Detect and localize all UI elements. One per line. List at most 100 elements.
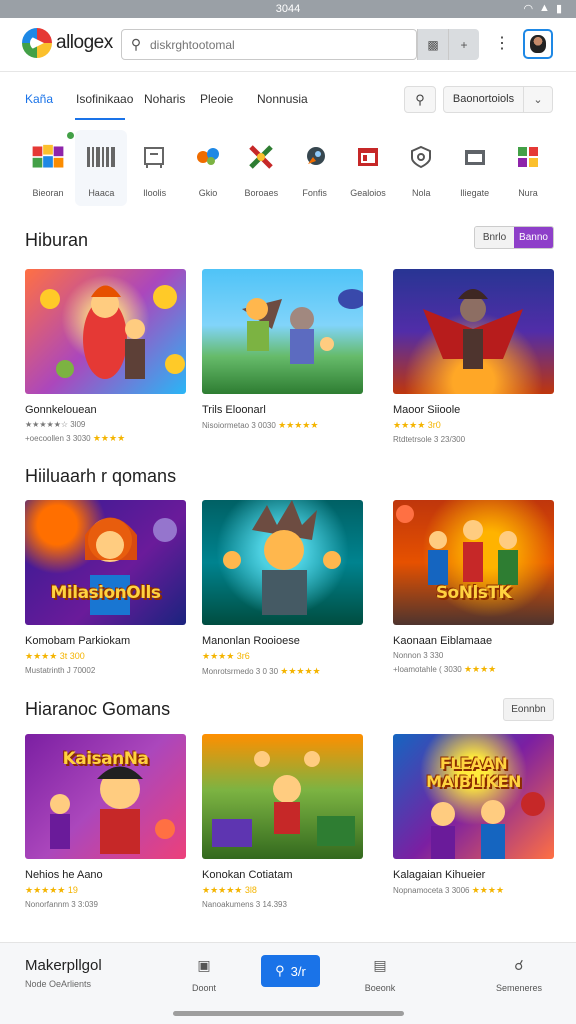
new-badge bbox=[67, 132, 74, 139]
game-meta-text: Nonnon 3 330 bbox=[393, 651, 444, 660]
game-title: Komobam Parkiokam bbox=[25, 635, 131, 647]
avatar[interactable] bbox=[523, 29, 553, 59]
rating-stars: ★★★★ bbox=[471, 885, 505, 895]
status-icons: ◠ ▲ ▮ bbox=[523, 2, 562, 15]
nav-item-label: Boeonk bbox=[364, 983, 396, 993]
game-card[interactable]: Manonlan Rooioese ★★★★ 3r6 Monrotsrmedo … bbox=[202, 500, 363, 677]
game-title: Kaonaan Eiblamaae bbox=[393, 635, 493, 647]
category-item[interactable]: Gealoios bbox=[342, 130, 394, 206]
category-item[interactable]: Bieoran bbox=[22, 130, 74, 206]
game-meta: ★★★★★ 19 bbox=[25, 885, 186, 896]
home-indicator[interactable] bbox=[173, 1011, 404, 1016]
game-card[interactable]: Konokan Cotiatam ★★★★★ 3l8 Nanoakumens 3… bbox=[202, 734, 363, 909]
tab-5[interactable]: Nonnusia bbox=[257, 92, 308, 106]
avatar-image bbox=[530, 35, 546, 53]
category-label: Haaca bbox=[88, 188, 115, 198]
game-meta-2: Nanoakumens 3 14.393 bbox=[202, 900, 363, 909]
nav-item-boeonk[interactable]: ▤ Boeonk bbox=[350, 957, 410, 993]
toggle-option-active[interactable]: Banno bbox=[514, 227, 553, 248]
more-options-icon[interactable]: ⋮ bbox=[494, 36, 510, 52]
barcode-icon bbox=[84, 140, 118, 174]
see-more-button[interactable]: Eonnbn bbox=[503, 698, 554, 721]
category-label: Gealoios bbox=[350, 188, 386, 198]
game-card[interactable]: MilasionOlls Komobam Parkiokam ★★★★ 3t 3… bbox=[25, 500, 186, 675]
tab-4[interactable]: Pleoie bbox=[200, 92, 233, 106]
tab-bar: Kaña Isofinikaao Noharis Pleoie Nonnusia… bbox=[0, 86, 576, 120]
game-card[interactable]: FLEAAN MAIBLIKEN Kalagaian Kihueier Nopn… bbox=[393, 734, 554, 896]
game-thumbnail bbox=[393, 269, 554, 394]
tab-3[interactable]: Noharis bbox=[144, 92, 185, 106]
search-bar[interactable]: ⚲ bbox=[121, 29, 417, 60]
status-bar: 3044 ◠ ▲ ▮ bbox=[0, 0, 576, 18]
category-item[interactable]: Haaca bbox=[75, 130, 128, 206]
game-title: Gonnkelouean bbox=[25, 404, 97, 416]
game-title: Nehios he Aano bbox=[25, 869, 103, 881]
game-meta-text: Monrotsrmedo 3 0 30 bbox=[202, 667, 279, 676]
search-icon: ⚲ bbox=[130, 36, 142, 52]
category-item[interactable]: Boroaes bbox=[235, 130, 287, 206]
wifi-icon: ◠ bbox=[523, 3, 534, 15]
game-card[interactable]: Maoor Siioole ★★★★ 3r0 Rtdtetrsole 3 23/… bbox=[393, 269, 554, 444]
game-meta-text: +oecoollen 3 3030 bbox=[25, 434, 91, 443]
category-item[interactable]: Gkio bbox=[182, 130, 234, 206]
category-label: Gkio bbox=[198, 188, 218, 198]
section-title: Hiburan bbox=[25, 230, 89, 250]
game-card[interactable]: SoNlsTK Kaonaan Eiblamaae Nonnon 3 330 +… bbox=[393, 500, 554, 675]
rating-stars: ★★★★ 3t 300 bbox=[25, 651, 85, 661]
category-item[interactable]: Nura bbox=[502, 130, 554, 206]
bottom-navigation: Makerpllgol Node OeArlients ▣ Doont ⚲ 3/… bbox=[0, 942, 576, 1024]
game-meta-2: +loamotahle ( 3030 ★★★★ bbox=[393, 664, 554, 675]
rating-stars: ★★★★ bbox=[463, 664, 497, 674]
puzzle-icon bbox=[191, 140, 225, 174]
clipboard-button[interactable]: ▩ bbox=[417, 29, 448, 60]
view-toggle: Bnrlo Banno bbox=[474, 226, 554, 249]
game-card[interactable]: Gonnkelouean ★★★★★☆ 3l09 +oecoollen 3 30… bbox=[25, 269, 186, 444]
toggle-option[interactable]: Bnrlo bbox=[475, 227, 514, 248]
category-item[interactable]: Fonfis bbox=[289, 130, 341, 206]
game-meta-2: +oecoollen 3 3030 ★★★★ bbox=[25, 433, 186, 444]
rating-stars: ★★★★★ bbox=[278, 420, 319, 430]
calendar-icon bbox=[351, 140, 385, 174]
game-meta: ★★★★ 3t 300 bbox=[25, 651, 186, 662]
game-meta: ★★★★★☆ 3l09 bbox=[25, 420, 186, 429]
game-meta-2: Rtdtetrsole 3 23/300 bbox=[393, 435, 554, 444]
category-label: Iloolis bbox=[143, 188, 167, 198]
bottom-nav-title: Makerpllgol bbox=[25, 957, 102, 974]
category-label: Nura bbox=[518, 188, 538, 198]
top-bar: allogex ⚲ ▩ + ⋮ bbox=[0, 18, 576, 72]
add-button[interactable]: + bbox=[448, 29, 479, 60]
game-meta-2: Monrotsrmedo 3 0 30 ★★★★★ bbox=[202, 666, 363, 677]
game-card[interactable]: KaisanNa Nehios he Aano ★★★★★ 19 Nonorfa… bbox=[25, 734, 186, 909]
game-logo-text: SoNlsTK bbox=[435, 583, 512, 603]
rating-stars: ★★★★ bbox=[92, 433, 126, 443]
nav-search-button[interactable]: ⚲ 3/r bbox=[261, 955, 320, 987]
tab-1[interactable]: Kaña bbox=[25, 92, 53, 106]
nav-item-semeneres[interactable]: ☌ Semeneres bbox=[489, 957, 549, 993]
search-icon: ⚲ bbox=[415, 91, 425, 107]
game-thumbnail: KaisanNa bbox=[25, 734, 186, 859]
game-thumbnail bbox=[202, 269, 363, 394]
game-card[interactable]: Trils Eloonarl Nisoiormetao 3 0030 ★★★★★ bbox=[202, 269, 363, 431]
tab-2[interactable]: Isofinikaao bbox=[76, 92, 133, 106]
game-title: Konokan Cotiatam bbox=[202, 869, 293, 881]
search-actions: ▩ + bbox=[417, 29, 479, 60]
game-thumbnail bbox=[25, 269, 186, 394]
game-meta-text: +loamotahle ( 3030 bbox=[393, 665, 462, 674]
game-meta-2: Nonorfannm 3 3:039 bbox=[25, 900, 186, 909]
nav-item-label: Semeneres bbox=[495, 983, 543, 993]
category-item[interactable]: Iliegate bbox=[449, 130, 501, 206]
search-input[interactable] bbox=[150, 37, 400, 52]
rating-stars: ★★★★★ bbox=[280, 666, 321, 676]
sort-select[interactable]: Baonortoiols ⌄ bbox=[443, 86, 553, 113]
game-meta: Nopnamoceta 3 3006 ★★★★ bbox=[393, 885, 554, 896]
nav-item-label: Doont bbox=[191, 983, 217, 993]
category-item[interactable]: Nola bbox=[395, 130, 447, 206]
active-tab-indicator bbox=[75, 118, 125, 120]
category-item[interactable]: Iloolis bbox=[129, 130, 181, 206]
tab-search-button[interactable]: ⚲ bbox=[404, 86, 436, 113]
nav-item-doont[interactable]: ▣ Doont bbox=[174, 957, 234, 993]
game-meta-text: Nanoakumens 3 14.393 bbox=[202, 900, 287, 909]
game-meta: ★★★★★ 3l8 bbox=[202, 885, 363, 896]
app-logo-icon[interactable] bbox=[22, 28, 52, 58]
game-thumbnail: SoNlsTK bbox=[393, 500, 554, 625]
